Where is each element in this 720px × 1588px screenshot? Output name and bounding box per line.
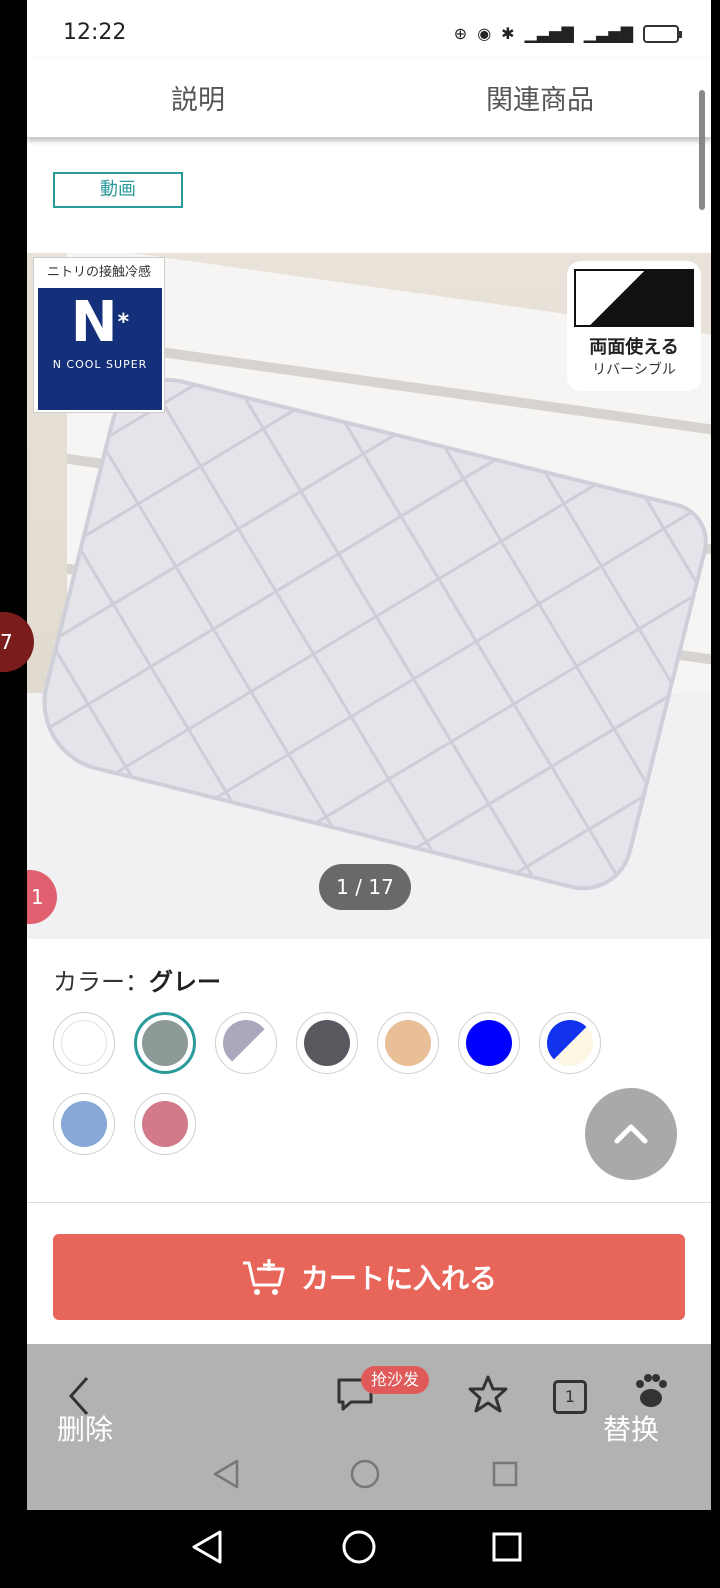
tab-bar: 説明 関連商品 xyxy=(27,58,711,138)
color-label-prefix: カラー： xyxy=(53,968,149,996)
system-recent-apps-icon[interactable] xyxy=(490,1530,524,1564)
battery-icon xyxy=(643,24,682,43)
signal-icon: ▁▃▅▇ xyxy=(524,24,574,43)
color-swatch-gray[interactable] xyxy=(134,1012,196,1074)
chevron-up-icon xyxy=(614,1124,648,1144)
color-swatch-pink[interactable] xyxy=(134,1093,196,1155)
divider xyxy=(27,1202,711,1203)
baidu-paw-icon[interactable] xyxy=(631,1372,671,1412)
scroll-to-top-button[interactable] xyxy=(585,1088,677,1180)
reversible-badge: 両面使える リバーシブル xyxy=(567,261,701,391)
status-time: 12:22 xyxy=(63,20,127,45)
color-swatch-blue[interactable] xyxy=(458,1012,520,1074)
color-swatch-beige[interactable] xyxy=(377,1012,439,1074)
scrollbar-thumb[interactable] xyxy=(699,90,705,210)
color-label: カラー：グレー xyxy=(53,962,221,997)
comment-badge: 抢沙发 xyxy=(361,1366,430,1394)
color-swatch-lavender-white[interactable] xyxy=(215,1012,277,1074)
video-button[interactable]: 動画 xyxy=(53,172,183,208)
system-back-icon[interactable] xyxy=(190,1528,224,1566)
color-swatch-blue-ivory[interactable] xyxy=(539,1012,601,1074)
system-nav-bar xyxy=(0,1510,720,1588)
ncool-badge-header: ニトリの接触冷感 xyxy=(46,265,151,280)
hd-icon: ⊕ xyxy=(453,24,468,43)
tabs-count-button[interactable]: 1 xyxy=(553,1380,587,1414)
product-image[interactable]: ニトリの接触冷感 N* N COOL SUPER 両面使える リバーシブル 1 … xyxy=(27,253,711,939)
app-screen: 12:22 ⊕ ◉ ✱ ▁▃▅▇ ▁▃▅▇ 説明 関連商品 動画 ニトリの接触冷… xyxy=(27,0,711,1510)
bluetooth-icon: ✱ xyxy=(501,24,515,43)
reversible-line2: リバーシブル xyxy=(592,362,676,378)
status-bar: 12:22 ⊕ ◉ ✱ ▁▃▅▇ ▁▃▅▇ xyxy=(27,0,711,58)
status-icons: ⊕ ◉ ✱ ▁▃▅▇ ▁▃▅▇ xyxy=(453,24,682,43)
signal-icon-2: ▁▃▅▇ xyxy=(583,24,633,43)
inner-nav-bar xyxy=(27,1444,711,1510)
tab-description[interactable]: 説明 xyxy=(27,58,369,137)
cart-icon xyxy=(242,1259,285,1295)
delete-button[interactable]: 删除 xyxy=(57,1408,113,1448)
image-counter: 1 / 17 xyxy=(319,864,411,910)
star-icon[interactable] xyxy=(467,1374,509,1414)
replace-button[interactable]: 替换 xyxy=(603,1408,659,1448)
color-swatch-light-blue[interactable] xyxy=(53,1093,115,1155)
ncool-badge: ニトリの接触冷感 N* N COOL SUPER xyxy=(33,257,165,413)
add-to-cart-button[interactable]: カートに入れる xyxy=(53,1234,685,1320)
reversible-line1: 両面使える xyxy=(589,337,679,358)
color-swatch-white[interactable] xyxy=(53,1012,115,1074)
inner-nav-home-icon[interactable] xyxy=(349,1458,381,1490)
color-swatch-dark-gray[interactable] xyxy=(296,1012,358,1074)
selected-color-name: グレー xyxy=(149,968,221,996)
ncool-logo: N* N COOL SUPER xyxy=(38,288,162,410)
add-to-cart-label: カートに入れる xyxy=(300,1262,497,1295)
system-home-icon[interactable] xyxy=(340,1528,378,1566)
reversible-graphic xyxy=(574,269,694,327)
ncool-logo-text: N COOL SUPER xyxy=(52,358,148,371)
inner-nav-back-icon[interactable] xyxy=(211,1458,241,1490)
tab-related-products[interactable]: 関連商品 xyxy=(369,58,711,137)
browser-toolbar: 删除 抢沙发 1 替换 xyxy=(27,1344,711,1510)
inner-nav-recent-icon[interactable] xyxy=(491,1460,519,1488)
eye-icon: ◉ xyxy=(477,24,492,43)
